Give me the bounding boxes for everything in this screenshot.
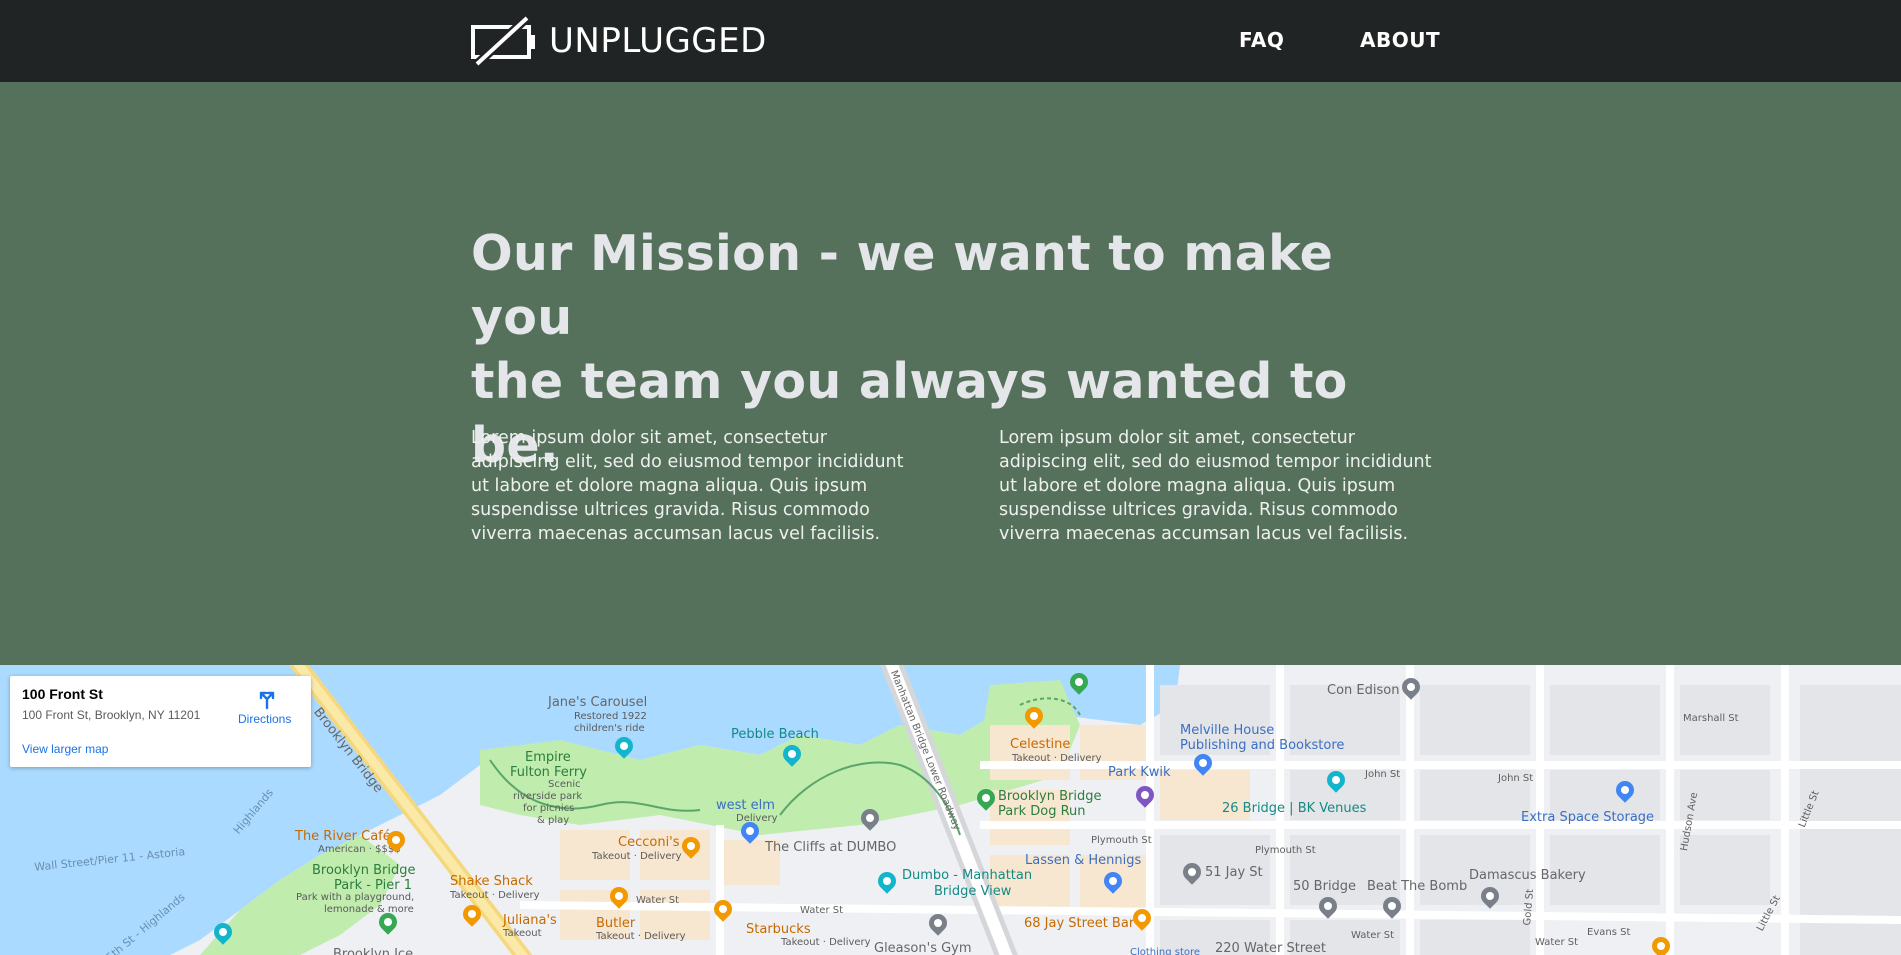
map-label-plymouth-st-2: Plymouth St bbox=[1255, 845, 1316, 856]
map-label-beat-bomb[interactable]: Beat The Bomb bbox=[1367, 879, 1467, 894]
map-label-empire-fulton2: Fulton Ferry bbox=[510, 765, 587, 780]
nav-faq-link[interactable]: FAQ bbox=[1239, 28, 1284, 52]
map-label-cliffs[interactable]: The Cliffs at DUMBO bbox=[765, 840, 896, 855]
map-label-julianas-sub: Takeout bbox=[503, 928, 542, 939]
map-label-shake-shack-sub: Takeout · Delivery bbox=[450, 890, 540, 901]
map-label-melville2: Publishing and Bookstore bbox=[1180, 738, 1345, 753]
map-label-butler[interactable]: Butler bbox=[596, 916, 635, 931]
mission-text-left: Lorem ipsum dolor sit amet, consectetur … bbox=[471, 428, 904, 544]
map-label-jay-51[interactable]: 51 Jay St bbox=[1205, 865, 1263, 880]
map-label-bb-park-sub1: Park with a playground, bbox=[296, 892, 415, 903]
map-label-celestine[interactable]: Celestine bbox=[1010, 737, 1070, 752]
map-label-water-st-1: Water St bbox=[636, 895, 680, 906]
map-label-brooklyn-ice[interactable]: Brooklyn Ice bbox=[333, 947, 413, 955]
map-label-john-st-2: John St bbox=[1498, 773, 1534, 784]
map-label-gleasons[interactable]: Gleason's Gym bbox=[874, 941, 972, 955]
map-label-west-elm[interactable]: west elm bbox=[716, 798, 775, 813]
map-label-marshall-st: Marshall St bbox=[1683, 713, 1739, 724]
mission-heading-line1: Our Mission - we want to make you bbox=[471, 225, 1334, 346]
map-label-pebble-beach[interactable]: Pebble Beach bbox=[731, 727, 819, 742]
map-label-con-edison[interactable]: Con Edison bbox=[1327, 683, 1399, 698]
map-label-melville[interactable]: Melville House bbox=[1180, 723, 1274, 738]
map-label-butler-sub: Takeout · Delivery bbox=[596, 931, 686, 942]
place-address: 100 Front St, Brooklyn, NY 11201 bbox=[22, 708, 201, 722]
mission-section: Our Mission - we want to make you the te… bbox=[0, 82, 1901, 665]
map-label-bb-dog[interactable]: Brooklyn Bridge bbox=[998, 789, 1101, 804]
top-navbar: UNPLUGGED FAQ ABOUT bbox=[0, 0, 1901, 82]
map-label-bb-dog2: Park Dog Run bbox=[998, 804, 1086, 819]
map-label-bridge-26[interactable]: 26 Bridge | BK Venues bbox=[1222, 801, 1366, 816]
map-label-empire-sub1: Scenic bbox=[548, 779, 581, 790]
map-label-dumbo-manhattan2: Bridge View bbox=[934, 884, 1012, 899]
map-label-west-elm-sub: Delivery bbox=[736, 813, 778, 824]
map-label-water-st-4: Water St bbox=[1535, 937, 1579, 948]
map-label-empire-sub3: for picnics bbox=[523, 803, 575, 814]
map-label-river-cafe[interactable]: The River Café bbox=[295, 829, 391, 844]
map-label-bb-park2: Park - Pier 1 bbox=[334, 878, 412, 893]
map-label-starbucks-sub: Takeout · Delivery bbox=[781, 937, 871, 948]
map-label-water-st-2: Water St bbox=[800, 905, 844, 916]
directions-icon[interactable] bbox=[256, 688, 278, 710]
map-label-jay-st-bar[interactable]: 68 Jay Street Bar bbox=[1024, 916, 1134, 931]
map-label-bb-park-sub2: lemonade & more bbox=[324, 904, 414, 915]
map-label-bb-park[interactable]: Brooklyn Bridge bbox=[312, 863, 415, 878]
view-larger-map-link[interactable]: View larger map bbox=[22, 742, 108, 756]
map-label-bridge-50[interactable]: 50 Bridge bbox=[1293, 879, 1356, 894]
map-label-clothing: Clothing store bbox=[1130, 947, 1201, 955]
map-label-lassen[interactable]: Lassen & Hennigs bbox=[1025, 853, 1141, 868]
map-label-evans-st: Evans St bbox=[1587, 927, 1631, 938]
map-label-celestine-sub: Takeout · Delivery bbox=[1012, 753, 1102, 764]
nav-about-link[interactable]: ABOUT bbox=[1360, 28, 1440, 52]
map-label-empire-fulton[interactable]: Empire bbox=[525, 750, 571, 765]
map-label-cecconis[interactable]: Cecconi's bbox=[618, 835, 680, 850]
map-label-janes-sub1: Restored 1922 bbox=[574, 711, 647, 722]
brand-name: UNPLUGGED bbox=[549, 21, 767, 61]
map-label-cecconis-sub: Takeout · Delivery bbox=[592, 851, 682, 862]
map-label-plymouth-st-1: Plymouth St bbox=[1091, 835, 1152, 846]
map-label-empire-sub4: & play bbox=[537, 815, 570, 826]
map-label-water-st-3: Water St bbox=[1351, 930, 1395, 941]
map-label-empire-sub2: riverside park bbox=[513, 791, 583, 802]
unplugged-battery-icon bbox=[471, 14, 535, 68]
map-label-janes-carousel[interactable]: Jane's Carousel bbox=[548, 695, 647, 710]
map-label-john-st-1: John St bbox=[1365, 769, 1401, 780]
directions-link[interactable]: Directions bbox=[238, 712, 291, 726]
map-label-janes-sub2: children's ride bbox=[574, 723, 645, 734]
map-label-shake-shack[interactable]: Shake Shack bbox=[450, 874, 533, 889]
map-label-damascus[interactable]: Damascus Bakery bbox=[1469, 868, 1586, 883]
place-title: 100 Front St bbox=[22, 686, 103, 702]
map-label-julianas[interactable]: Juliana's bbox=[503, 913, 557, 928]
map-label-starbucks[interactable]: Starbucks bbox=[746, 922, 811, 937]
map-label-park-kwik[interactable]: Park Kwik bbox=[1108, 765, 1171, 780]
mission-text-right: Lorem ipsum dolor sit amet, consectetur … bbox=[999, 428, 1432, 544]
map-label-extra-space[interactable]: Extra Space Storage bbox=[1521, 810, 1654, 825]
map-label-dumbo-manhattan[interactable]: Dumbo - Manhattan bbox=[902, 868, 1032, 883]
map-label-water-220[interactable]: 220 Water Street bbox=[1215, 941, 1326, 955]
brand-logo[interactable]: UNPLUGGED bbox=[471, 14, 767, 68]
place-info-card: 100 Front St 100 Front St, Brooklyn, NY … bbox=[10, 676, 311, 767]
